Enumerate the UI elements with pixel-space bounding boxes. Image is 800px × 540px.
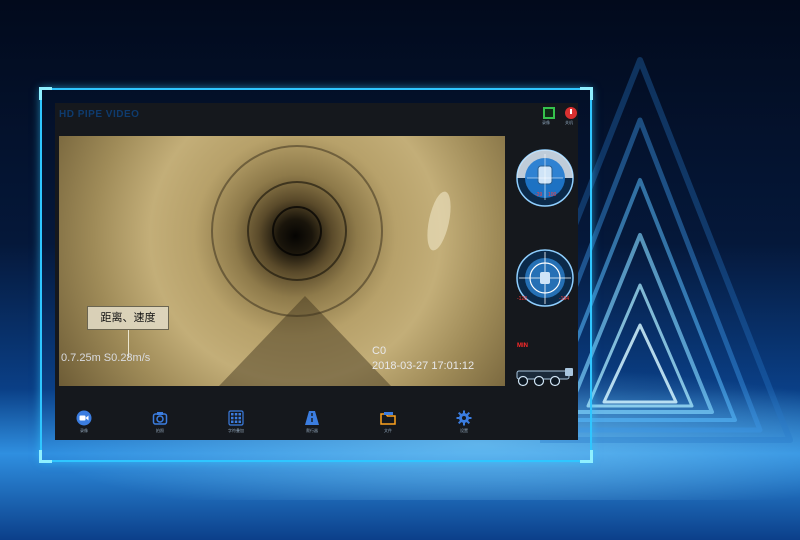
tilt-left-value: -29 [535,192,542,198]
gear-icon [456,410,472,426]
rotation-gauge: -128 -184 [516,249,574,307]
road-icon [305,411,319,425]
tilt-gauge: -29 100 [516,149,574,207]
pipe-joint-ring [272,206,322,256]
toolbar-label: 设置 [460,428,468,433]
power-label: 关机 [565,120,573,125]
power-icon[interactable] [565,107,577,119]
app-window: HD PIPE VIDEO 录像 关机 距离、速度 0.7.25m S0.28m… [55,103,578,440]
app-title: HD PIPE VIDEO [59,109,140,120]
rotation-left-value: -128 [517,296,527,302]
toolbar-label: 爬行器 [306,428,318,433]
video-feed: 距离、速度 0.7.25m S0.28m/s C0 2018-03-27 17:… [59,136,505,386]
frame-corner [580,450,593,463]
min-indicator: MIN [517,343,528,349]
toolbar-label: 字符叠加 [228,428,244,433]
crawler-status-icon [516,368,573,387]
camera-icon [152,412,168,425]
pipe-floor [219,296,391,386]
camera-id: C0 [372,345,387,357]
folder-icon [380,412,396,425]
text-overlay-button[interactable]: 字符叠加 [213,408,259,438]
distance-speed-readout: 0.7.25m S0.28m/s [61,352,151,364]
toolbar-label: 录像 [80,428,88,433]
bottom-toolbar: 录像 拍照 字符叠加 爬行器 文件 设置 [55,406,578,440]
record-label: 录像 [542,120,550,125]
toolbar-label: 拍照 [156,428,164,433]
take-photo-button[interactable]: 拍照 [137,408,183,438]
frame-corner [580,87,593,100]
measure-label-box: 距离、速度 [87,306,169,330]
settings-button[interactable]: 设置 [441,408,487,438]
frame-corner [39,450,52,463]
files-button[interactable]: 文件 [365,408,411,438]
toolbar-label: 文件 [384,428,392,433]
video-camera-icon [76,410,92,426]
frame-corner [39,87,52,100]
timestamp: 2018-03-27 17:01:12 [372,360,475,372]
record-video-button[interactable]: 录像 [61,408,107,438]
rotation-right-value: -184 [559,296,569,302]
tilt-right-value: 100 [548,192,557,198]
record-icon[interactable] [543,107,555,119]
keyboard-grid-icon [228,410,244,426]
pipe-wall-deposit [422,189,456,253]
crawler-control-button[interactable]: 爬行器 [289,408,335,438]
